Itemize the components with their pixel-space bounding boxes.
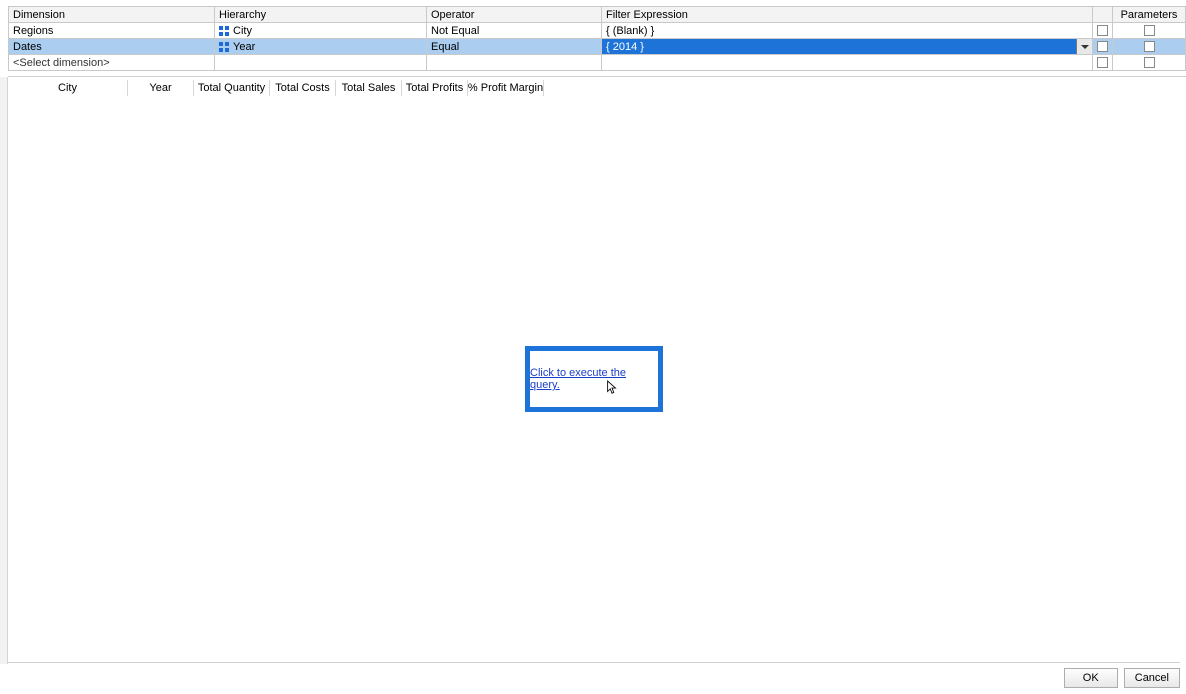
header-filter-expression[interactable]: Filter Expression <box>602 7 1093 23</box>
execute-query-box: Click to execute the query. <box>525 346 663 412</box>
checkbox-icon[interactable] <box>1097 25 1108 36</box>
cell-hierarchy-empty[interactable] <box>215 55 427 71</box>
checkbox-icon[interactable] <box>1097 57 1108 68</box>
result-columns: City Year Total Quantity Total Costs Tot… <box>8 80 544 96</box>
left-rail <box>0 77 8 664</box>
col-profit-margin[interactable]: % Profit Margin <box>468 80 544 96</box>
cell-chk-a[interactable] <box>1093 39 1113 55</box>
dropdown-button[interactable] <box>1076 39 1092 54</box>
cell-dimension[interactable]: Dates <box>9 39 215 55</box>
execute-query-link[interactable]: Click to execute the query. <box>530 367 658 391</box>
expression-value: { 2014 } <box>606 41 644 53</box>
cell-chk-a[interactable] <box>1093 55 1113 71</box>
cell-expression-dropdown[interactable]: { 2014 } <box>602 39 1093 55</box>
filter-row-regions[interactable]: Regions City Not Equal { (Blank) } <box>9 23 1186 39</box>
header-hierarchy[interactable]: Hierarchy <box>215 7 427 23</box>
cell-operator-empty[interactable] <box>427 55 602 71</box>
col-year[interactable]: Year <box>128 80 194 96</box>
header-spacer <box>1093 7 1113 23</box>
hierarchy-label: Year <box>233 41 255 53</box>
cell-chk-a[interactable] <box>1093 23 1113 39</box>
hierarchy-icon <box>219 26 229 36</box>
header-operator[interactable]: Operator <box>427 7 602 23</box>
filter-row-new[interactable]: <Select dimension> <box>9 55 1186 71</box>
ok-button[interactable]: OK <box>1064 668 1118 688</box>
checkbox-icon[interactable] <box>1144 57 1155 68</box>
col-city[interactable]: City <box>8 80 128 96</box>
cell-chk-param[interactable] <box>1113 23 1186 39</box>
cell-expression[interactable]: { (Blank) } <box>602 23 1093 39</box>
col-total-costs[interactable]: Total Costs <box>270 80 336 96</box>
filter-grid: Dimension Hierarchy Operator Filter Expr… <box>8 6 1186 71</box>
col-total-sales[interactable]: Total Sales <box>336 80 402 96</box>
checkbox-icon[interactable] <box>1144 41 1155 52</box>
cell-chk-param[interactable] <box>1113 55 1186 71</box>
cell-dimension[interactable]: Regions <box>9 23 215 39</box>
cell-expression-empty[interactable] <box>602 55 1093 71</box>
cell-chk-param[interactable] <box>1113 39 1186 55</box>
cancel-button[interactable]: Cancel <box>1124 668 1180 688</box>
filter-grid-header: Dimension Hierarchy Operator Filter Expr… <box>9 7 1186 23</box>
checkbox-icon[interactable] <box>1144 25 1155 36</box>
cell-hierarchy[interactable]: Year <box>215 39 427 55</box>
checkbox-icon[interactable] <box>1097 41 1108 52</box>
hierarchy-icon <box>219 42 229 52</box>
separator <box>8 76 1186 77</box>
filter-row-dates[interactable]: Dates Year Equal { 2014 } <box>9 39 1186 55</box>
select-dimension-placeholder[interactable]: <Select dimension> <box>9 55 215 71</box>
dialog-footer: OK Cancel <box>8 662 1180 688</box>
cell-operator[interactable]: Not Equal <box>427 23 602 39</box>
cell-hierarchy[interactable]: City <box>215 23 427 39</box>
cell-operator[interactable]: Equal <box>427 39 602 55</box>
hierarchy-label: City <box>233 25 252 37</box>
col-total-quantity[interactable]: Total Quantity <box>194 80 270 96</box>
col-total-profits[interactable]: Total Profits <box>402 80 468 96</box>
header-parameters[interactable]: Parameters <box>1113 7 1186 23</box>
header-dimension[interactable]: Dimension <box>9 7 215 23</box>
